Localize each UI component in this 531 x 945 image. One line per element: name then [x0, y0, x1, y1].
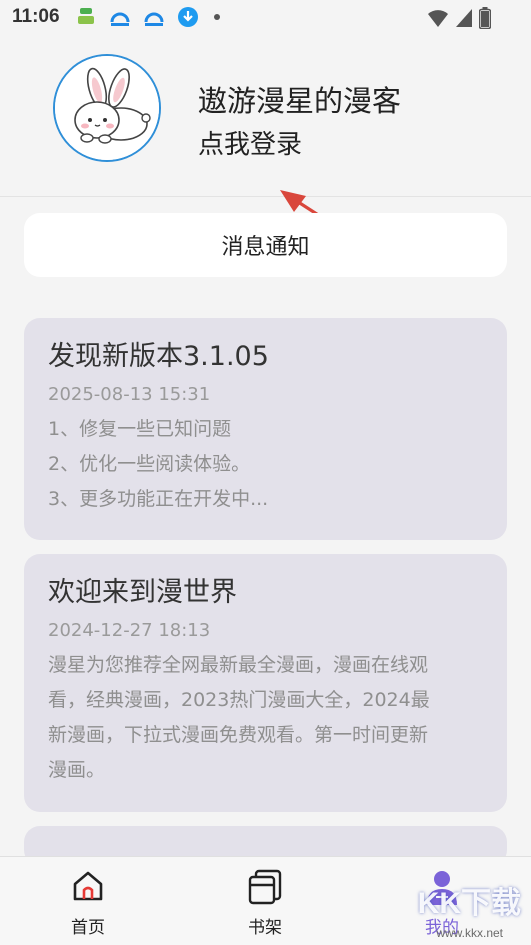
card-body-line: 2、优化一些阅读体验。: [48, 453, 251, 475]
card-title: 发现新版本3.1.05: [48, 341, 269, 372]
card-body: 1、修复一些已知问题 2、优化一些阅读体验。 3、更多功能正在开发中...: [48, 412, 483, 517]
card-body-line: 漫星为您推荐全网最新最全漫画，漫画在线观: [48, 654, 429, 676]
card-body-line: 新漫画，下拉式漫画免费观看。第一时间更新: [48, 724, 429, 746]
bookshelf-icon: [248, 869, 282, 905]
cloud-notification-icon: [110, 12, 130, 26]
card-body-line: 漫画。: [48, 759, 106, 781]
card-body-line: 看，经典漫画，2023热门漫画大全，2024最: [48, 689, 430, 711]
avatar[interactable]: [53, 54, 161, 162]
status-notification-icons: [74, 6, 220, 28]
home-icon: [73, 871, 103, 901]
username: 遨游漫星的漫客: [198, 84, 402, 118]
status-time: 11:06: [12, 6, 60, 27]
nav-bookshelf[interactable]: 书架: [215, 857, 315, 945]
profile-header: 遨游漫星的漫客 点我登录: [0, 36, 531, 273]
signal-icon: [456, 9, 472, 27]
nav-bookshelf-label: 书架: [248, 918, 282, 938]
notice-card[interactable]: 发现新版本3.1.05 2025-08-13 15:31 1、修复一些已知问题 …: [24, 318, 507, 540]
message-notification-label: 消息通知: [221, 235, 310, 260]
card-body-line: 1、修复一些已知问题: [48, 418, 232, 440]
bunny-avatar-icon: [55, 56, 159, 160]
nav-home[interactable]: 首页: [38, 857, 138, 945]
watermark-url: www.kkx.net: [436, 926, 503, 940]
kk-watermark-logo: KK下载: [417, 887, 521, 920]
card-date: 2025-08-13 15:31: [48, 384, 211, 405]
battery-icon: [479, 7, 491, 29]
wifi-icon: [428, 10, 448, 27]
login-link[interactable]: 点我登录: [198, 124, 302, 161]
cloud-notification-icon: [144, 12, 164, 26]
app-notification-icon: [78, 8, 94, 24]
card-body-line: 3、更多功能正在开发中...: [48, 488, 269, 510]
card-title: 欢迎来到漫世界: [48, 577, 237, 608]
card-body: 漫星为您推荐全网最新最全漫画，漫画在线观 看，经典漫画，2023热门漫画大全，2…: [48, 648, 483, 788]
more-notifications-dot: [214, 14, 220, 20]
message-notification-button[interactable]: 消息通知: [24, 213, 507, 277]
card-date: 2024-12-27 18:13: [48, 620, 211, 641]
nav-home-label: 首页: [71, 918, 105, 938]
download-notification-icon: [178, 7, 198, 27]
notice-card[interactable]: 欢迎来到漫世界 2024-12-27 18:13 漫星为您推荐全网最新最全漫画，…: [24, 554, 507, 812]
status-bar: 11:06: [0, 0, 531, 36]
status-system-icons: [427, 7, 491, 29]
